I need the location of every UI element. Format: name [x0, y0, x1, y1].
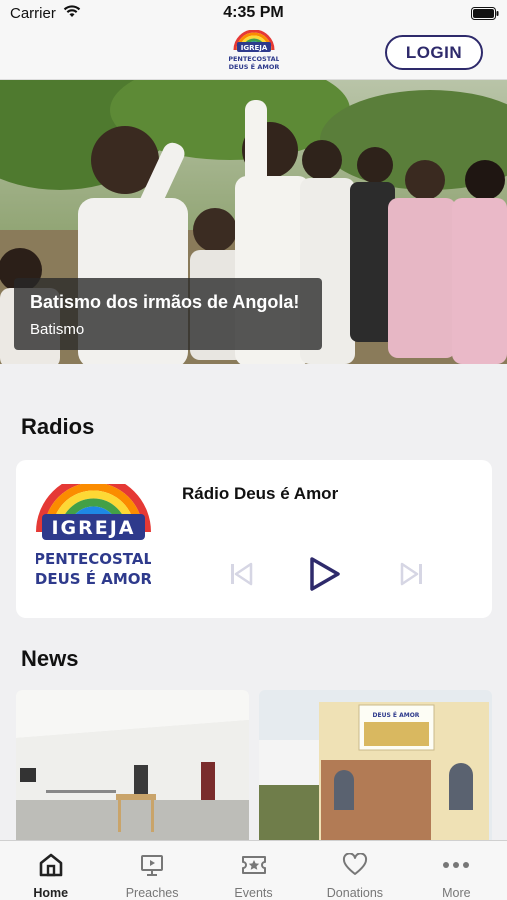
presentation-icon [139, 851, 165, 879]
skip-previous-icon[interactable] [229, 562, 253, 591]
tab-label-preaches: Preaches [125, 886, 179, 900]
radio-logo: IGREJA PENTECOSTAL DEUS É AMOR [34, 474, 153, 592]
radio-logo-word-igreja: IGREJA [51, 517, 135, 539]
radio-logo-word-pentecostal: PENTECOSTAL [36, 550, 151, 568]
battery-icon [471, 7, 499, 24]
radio-card[interactable]: IGREJA PENTECOSTAL DEUS É AMOR Rádio Deu… [16, 460, 492, 618]
tab-preaches[interactable]: Preaches [101, 841, 202, 900]
ticket-star-icon [240, 851, 268, 879]
logo-word-igreja: IGREJA [241, 44, 268, 52]
news-banner-text: DEUS É AMOR [373, 711, 420, 719]
play-icon[interactable] [309, 557, 341, 596]
heart-icon [342, 851, 368, 879]
hero-title: Batismo dos irmãos de Angola! [30, 292, 300, 312]
news-image-church-building: DEUS É AMOR [259, 690, 492, 840]
hero-caption: Batismo dos irmãos de Angola! Batismo [14, 278, 322, 350]
news-carousel[interactable]: DEUS É AMOR [16, 690, 507, 840]
tab-label-donations: Donations [326, 886, 384, 900]
logo-word-pentecostal: PENTECOSTAL [229, 55, 279, 63]
hero-category: Batismo [30, 321, 85, 338]
radio-station-name: Rádio Deus é Amor [182, 484, 339, 503]
app-header: IGREJA PENTECOSTAL DEUS É AMOR LOGIN [0, 28, 507, 80]
home-icon [38, 851, 64, 879]
bottom-tab-bar: Home Preaches Events Donations More [0, 840, 507, 900]
tab-label-home: Home [33, 886, 69, 900]
news-card[interactable]: DEUS É AMOR [259, 690, 492, 840]
news-section-title: News [21, 646, 79, 671]
tab-home[interactable]: Home [0, 841, 101, 900]
news-card[interactable] [16, 690, 249, 840]
clock-time: 4:35 PM [223, 4, 284, 21]
tab-events[interactable]: Events [203, 841, 304, 900]
tab-label-events: Events [234, 886, 273, 900]
radios-section-title: Radios [21, 414, 95, 439]
logo-word-deus-e-amor: DEUS É AMOR [229, 62, 279, 71]
tab-donations[interactable]: Donations [304, 841, 405, 900]
news-image-hall [16, 690, 249, 840]
skip-next-icon[interactable] [400, 562, 424, 591]
radio-logo-word-deus-e-amor: DEUS É AMOR [36, 569, 151, 588]
more-dots-icon [442, 851, 470, 879]
status-bar: Carrier 4:35 PM [0, 0, 507, 28]
tab-more[interactable]: More [406, 841, 507, 900]
church-logo: IGREJA PENTECOSTAL DEUS É AMOR [228, 29, 280, 74]
hero-banner[interactable]: Batismo dos irmãos de Angola! Batismo [0, 80, 507, 364]
login-button[interactable]: LOGIN [385, 35, 483, 70]
tab-label-more: More [442, 886, 471, 900]
